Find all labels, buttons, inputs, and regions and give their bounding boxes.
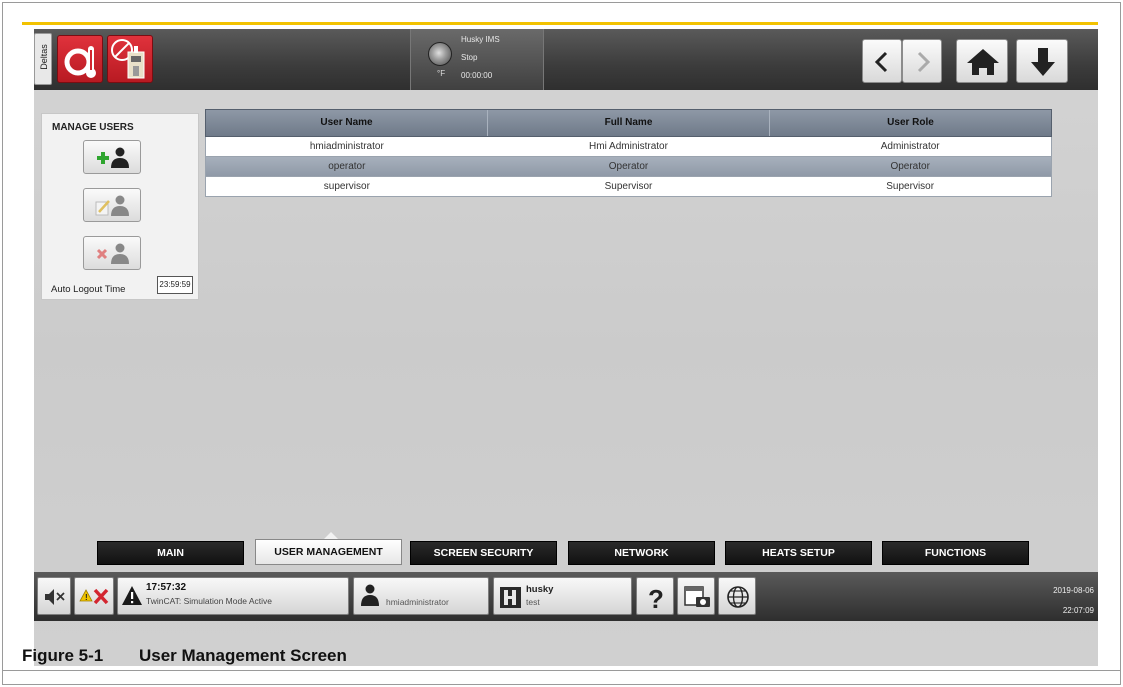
screenshot-button[interactable] <box>677 577 715 615</box>
delete-user-button[interactable] <box>83 236 141 270</box>
speaker-mute-icon <box>45 589 65 605</box>
alarm-thermometer-icon <box>64 46 96 78</box>
table-row[interactable]: supervisor Supervisor Supervisor <box>205 177 1052 197</box>
tab-screen-security[interactable]: SCREEN SECURITY <box>410 541 557 565</box>
warning-reset-icon: ! <box>79 588 109 605</box>
status-bar: ! 17:57:32 TwinCAT: Simulation Mode Acti… <box>34 572 1098 621</box>
status-date: 2019-08-06 <box>1053 586 1094 595</box>
down-button[interactable] <box>1016 39 1068 83</box>
figure-number: Figure 5-1 <box>22 646 104 665</box>
mold-name: husky <box>526 584 554 595</box>
mold-button[interactable]: husky test <box>493 577 632 615</box>
column-header-full-name[interactable]: Full Name <box>488 110 770 136</box>
status-machine-state: Stop <box>461 53 478 62</box>
top-bar: Deltas °F Husky IMS Stop 00:00:00 <box>34 29 1098 90</box>
active-tab-notch <box>324 532 338 539</box>
status-temp-unit: °F <box>437 69 446 78</box>
screenshot-camera-icon <box>684 586 710 607</box>
alarm-button[interactable] <box>57 35 103 83</box>
cell-full-name: Hmi Administrator <box>589 141 668 152</box>
status-machine-name: Husky IMS <box>461 35 500 44</box>
status-time: 22:07:09 <box>1062 606 1094 615</box>
home-button[interactable] <box>956 39 1008 83</box>
mold-subtitle: test <box>526 597 540 607</box>
tab-functions[interactable]: FUNCTIONS <box>882 541 1029 565</box>
hmi-screen: Deltas °F Husky IMS Stop 00:00:00 MANAGE… <box>34 29 1098 666</box>
header-rule <box>22 22 1098 25</box>
status-cycle-time: 00:00:00 <box>461 71 493 80</box>
user-icon <box>361 584 379 606</box>
current-user-name: hmiadministrator <box>386 597 449 607</box>
back-button[interactable] <box>862 39 902 83</box>
figure-title: User Management Screen <box>139 646 347 665</box>
question-mark-icon: ? <box>648 584 664 614</box>
alarm-reset-button[interactable]: ! <box>74 577 114 615</box>
inhibit-device-icon <box>111 39 145 79</box>
language-button[interactable] <box>718 577 756 615</box>
column-header-user-role[interactable]: User Role <box>770 110 1051 136</box>
caption-rule <box>2 670 1121 671</box>
inhibit-button[interactable] <box>107 35 153 83</box>
add-user-button[interactable] <box>83 140 141 174</box>
cell-user-name: supervisor <box>323 181 370 192</box>
table-header: User Name Full Name User Role <box>205 109 1052 137</box>
help-button[interactable]: ? <box>636 577 674 615</box>
tab-main[interactable]: MAIN <box>97 541 244 565</box>
tab-user-management[interactable]: USER MANAGEMENT <box>255 539 402 565</box>
cell-full-name: Supervisor <box>604 181 653 192</box>
cell-user-role: Administrator <box>880 141 940 152</box>
auto-logout-field[interactable]: 23:59:59 <box>157 276 193 294</box>
auto-logout-label: Auto Logout Time <box>51 284 126 295</box>
tab-heats-setup[interactable]: HEATS SETUP <box>725 541 872 565</box>
edit-user-icon <box>95 195 129 216</box>
tab-network[interactable]: NETWORK <box>568 541 715 565</box>
cell-user-name: hmiadministrator <box>309 141 384 152</box>
chevron-left-icon <box>874 51 888 73</box>
status-indicator-icon <box>428 42 452 66</box>
svg-text:?: ? <box>648 584 664 614</box>
cell-user-role: Supervisor <box>886 181 935 192</box>
table-row[interactable]: operator Operator Operator <box>205 157 1052 177</box>
add-user-icon <box>97 147 129 168</box>
alarm-text: TwinCAT: Simulation Mode Active <box>146 596 272 606</box>
table-row[interactable]: hmiadministrator Hmi Administrator Admin… <box>205 137 1052 157</box>
user-table: User Name Full Name User Role hmiadminis… <box>205 109 1052 197</box>
delete-user-icon <box>96 243 129 264</box>
column-header-user-name[interactable]: User Name <box>206 110 488 136</box>
figure-caption: Figure 5-1 User Management Screen <box>22 644 1022 670</box>
forward-button[interactable] <box>902 39 942 83</box>
manage-users-panel: MANAGE USERS Auto Logout Time 23:59:59 <box>41 113 199 300</box>
alarm-message-button[interactable]: 17:57:32 TwinCAT: Simulation Mode Active <box>117 577 349 615</box>
cell-user-name: operator <box>328 161 366 172</box>
deltas-tab[interactable]: Deltas <box>34 33 52 85</box>
alarm-time: 17:57:32 <box>146 582 187 593</box>
cell-user-role: Operator <box>890 161 930 172</box>
chevron-right-icon <box>917 51 931 73</box>
warning-icon <box>122 586 142 605</box>
cell-full-name: Operator <box>608 161 649 172</box>
manage-users-title: MANAGE USERS <box>52 122 134 133</box>
tab-bar: MAIN USER MANAGEMENT SCREEN SECURITY NET… <box>34 529 1098 571</box>
arrow-down-icon <box>1031 48 1055 76</box>
edit-user-button[interactable] <box>83 188 141 222</box>
machine-status[interactable]: °F Husky IMS Stop 00:00:00 <box>410 29 544 90</box>
svg-text:!: ! <box>85 593 88 602</box>
husky-logo-icon <box>500 587 521 608</box>
mute-button[interactable] <box>37 577 71 615</box>
deltas-label: Deltas <box>39 44 49 70</box>
current-user-button[interactable]: hmiadministrator <box>353 577 489 615</box>
globe-icon <box>727 586 749 608</box>
home-icon <box>967 49 999 75</box>
